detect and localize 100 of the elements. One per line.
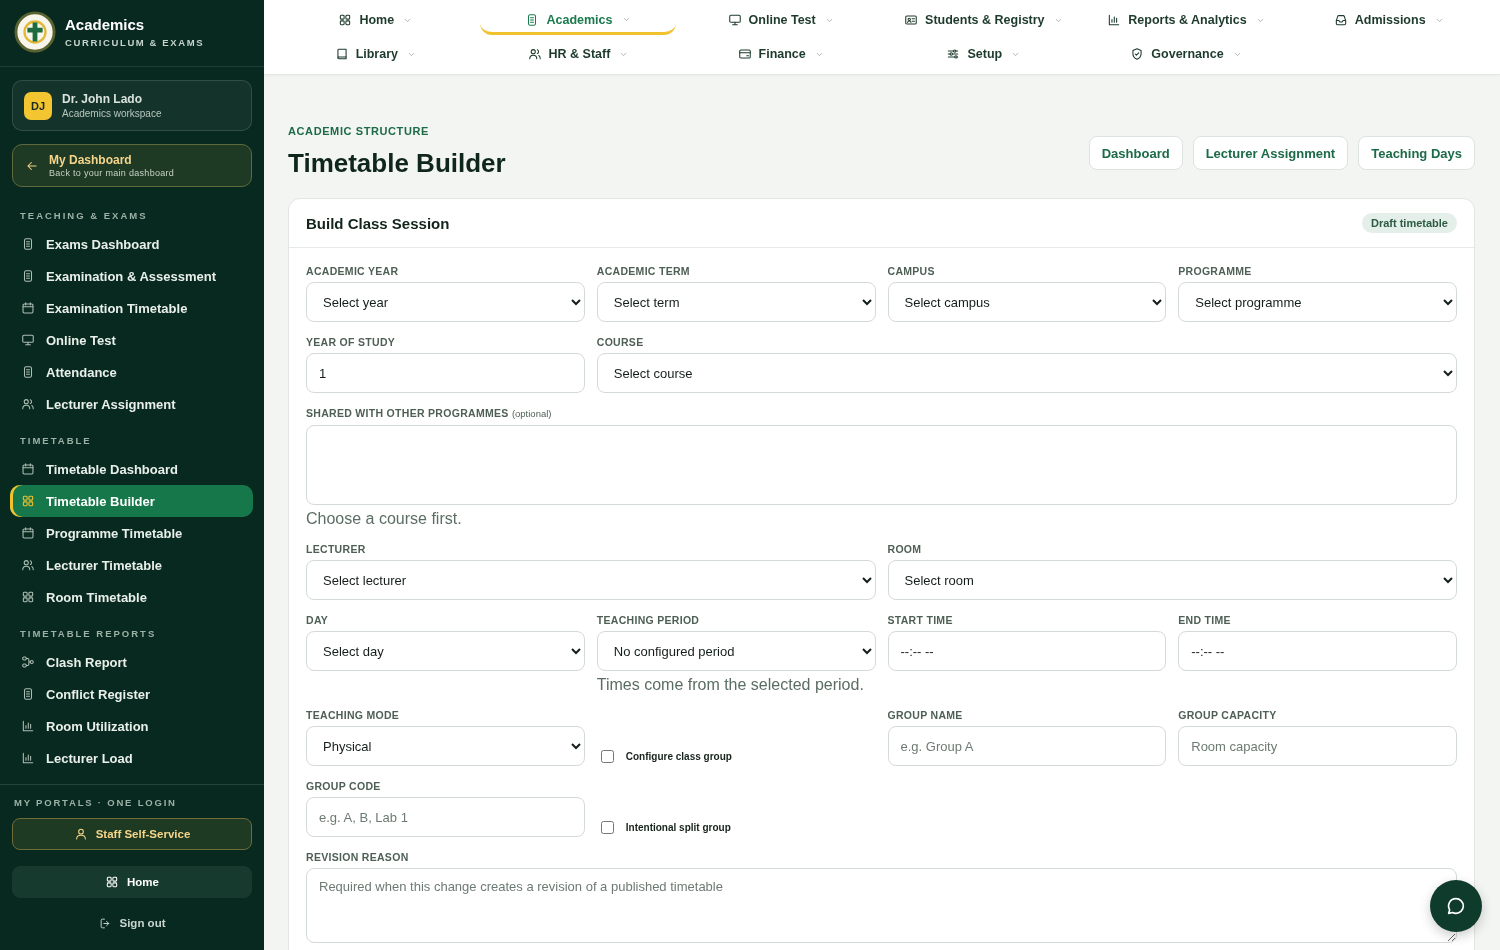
field-label: DAY — [306, 614, 329, 626]
sidebar-item[interactable]: Exams Dashboard — [10, 228, 253, 260]
book-icon — [334, 47, 349, 61]
field-label: TEACHING MODE — [306, 709, 400, 721]
sidebar-item[interactable]: Lecturer Timetable — [10, 549, 253, 581]
nav-tab[interactable]: Governance — [1130, 41, 1242, 67]
nav-tab[interactable]: Students & Registry — [904, 7, 1063, 33]
field-label: REVISION REASON — [306, 851, 409, 863]
grid-icon — [338, 13, 353, 27]
sidebar-item[interactable]: Programme Timetable — [10, 517, 253, 549]
select-field[interactable]: Physical — [306, 726, 585, 766]
clipboard-icon — [21, 269, 35, 283]
select-field[interactable]: No configured period — [596, 631, 876, 671]
dashboard-link[interactable]: My Dashboard Back to your main dashboard — [12, 144, 252, 187]
select-field[interactable]: Select day — [306, 631, 585, 671]
field-label: GROUP NAME — [887, 709, 963, 721]
nav-tab[interactable]: Setup — [946, 41, 1021, 67]
multi-select-field[interactable] — [306, 425, 1457, 505]
field-label: SHARED WITH OTHER PROGRAMMES (optional) — [306, 407, 552, 420]
nav-tab[interactable]: HR & Staff — [527, 41, 629, 67]
select-field[interactable]: Select campus — [887, 282, 1167, 322]
text-field[interactable]: e.g. Group A — [887, 726, 1167, 766]
field-label: END TIME — [1178, 614, 1231, 626]
bar-chart-icon — [1107, 13, 1122, 27]
field-label: TEACHING PERIOD — [596, 614, 700, 626]
nav-tab[interactable]: Home — [338, 7, 413, 33]
clipboard-icon — [21, 687, 35, 701]
section-heading: MY PORTALS · ONE LOGIN — [14, 797, 177, 809]
text-field[interactable]: 1 — [306, 353, 585, 393]
monitor-icon — [21, 333, 35, 347]
calendar-icon — [21, 526, 35, 540]
status-badge: Draft timetable — [1361, 213, 1457, 233]
calendar-icon — [21, 301, 35, 315]
app-subtitle: CURRICULUM & EXAMS — [65, 36, 205, 49]
field-label: PROGRAMME — [1178, 265, 1252, 277]
bar-chart-icon — [21, 751, 35, 765]
sidebar-item[interactable]: Online Test — [10, 324, 253, 356]
checkbox[interactable] — [600, 749, 614, 763]
sign-out-link[interactable]: Sign out — [98, 912, 166, 934]
user-role: Academics workspace — [62, 106, 162, 120]
text-field[interactable]: e.g. A, B, Lab 1 — [306, 797, 585, 837]
sidebar-item[interactable]: Room Timetable — [10, 581, 253, 613]
text-area-field[interactable]: Required when this change creates a revision of a published timetable — [306, 868, 1457, 943]
sliders-icon — [946, 47, 961, 61]
portal-button[interactable]: Staff Self-Service — [12, 818, 252, 850]
action-button[interactable]: Lecturer Assignment — [1192, 136, 1349, 170]
chevron-down-icon — [621, 15, 631, 24]
action-button[interactable]: Dashboard — [1088, 136, 1183, 170]
shield-check-icon — [1130, 47, 1145, 61]
nav-tab[interactable]: Finance — [737, 41, 824, 67]
nav-tab[interactable]: Online Test — [727, 7, 834, 33]
select-field[interactable]: Select course — [596, 353, 1457, 393]
field-label: LECTURER — [306, 543, 366, 555]
text-field[interactable]: Room capacity — [1178, 726, 1457, 766]
sidebar-item[interactable]: Room Utilization — [10, 710, 253, 742]
field-label: COURSE — [596, 336, 644, 348]
section-heading: TIMETABLE REPORTS — [20, 628, 157, 640]
nav-tab[interactable]: Admissions — [1333, 7, 1444, 33]
sidebar-item[interactable]: Clash Report — [10, 646, 253, 678]
sidebar-item[interactable]: Conflict Register — [10, 678, 253, 710]
users-icon — [21, 397, 35, 411]
nav-tab[interactable]: Reports & Analytics — [1107, 7, 1265, 33]
field-label: ACADEMIC TERM — [596, 265, 690, 277]
sidebar-item[interactable]: Attendance — [10, 356, 253, 388]
time-field[interactable]: --:-- -- — [887, 631, 1167, 671]
users-icon — [527, 47, 542, 61]
monitor-icon — [727, 13, 742, 27]
sidebar-item[interactable]: Lecturer Assignment — [10, 388, 253, 420]
cross-emblem-icon — [14, 11, 56, 53]
checkbox-label: Configure class group — [625, 750, 732, 762]
sidebar-item[interactable]: Timetable Dashboard — [10, 453, 253, 485]
sign-out-icon — [98, 916, 112, 930]
home-button[interactable]: Home — [12, 866, 252, 898]
inbox-icon — [1333, 13, 1348, 27]
bar-chart-icon — [21, 719, 35, 733]
chat-icon — [1445, 895, 1467, 917]
field-label: YEAR OF STUDY — [306, 336, 396, 348]
sidebar-item[interactable]: Timetable Builder — [10, 485, 253, 517]
avatar-initials: DJ — [24, 91, 52, 120]
page-title: Timetable Builder — [288, 148, 506, 178]
time-field[interactable]: --:-- -- — [1178, 631, 1457, 671]
sidebar-item[interactable]: Examination Timetable — [10, 292, 253, 324]
sidebar-item[interactable]: Examination & Assessment — [10, 260, 253, 292]
select-field[interactable]: Select room — [887, 560, 1457, 600]
action-button[interactable]: Teaching Days — [1358, 136, 1475, 170]
card-title: Build Class Session — [306, 214, 450, 232]
users-icon — [21, 558, 35, 572]
select-field[interactable]: Select term — [596, 282, 876, 322]
select-field[interactable]: Select lecturer — [306, 560, 876, 600]
nav-tab[interactable]: Academics — [479, 7, 677, 35]
field-label: START TIME — [887, 614, 953, 626]
nav-tab[interactable]: Library — [334, 41, 416, 67]
sidebar-item[interactable]: Lecturer Load — [10, 742, 253, 774]
select-field[interactable]: Select programme — [1178, 282, 1457, 322]
user-name: Dr. John Lado — [62, 91, 142, 107]
calendar-icon — [21, 462, 35, 476]
checkbox[interactable] — [600, 820, 614, 834]
checkbox-label: Intentional split group — [625, 821, 731, 833]
select-field[interactable]: Select year — [306, 282, 585, 322]
grid-icon — [105, 875, 119, 889]
